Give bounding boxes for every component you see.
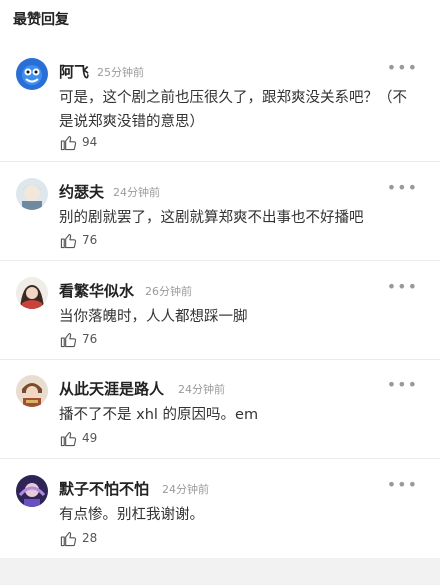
comment-time: 24分钟前 (178, 383, 225, 396)
divider (0, 161, 440, 162)
more-dots-icon[interactable]: ••• (387, 277, 418, 296)
like-button[interactable]: 76 (60, 231, 97, 249)
divider (0, 260, 440, 261)
comment-author[interactable]: 看繁华似水 (59, 280, 134, 301)
divider (0, 359, 440, 360)
more-dots-icon[interactable]: ••• (387, 58, 418, 77)
more-dots-icon[interactable]: ••• (387, 178, 418, 197)
avatar[interactable] (16, 178, 48, 210)
avatar-image-icon (16, 277, 48, 309)
section-title: 最赞回复 (13, 12, 69, 28)
avatar-image-icon (16, 375, 48, 407)
comment-time: 25分钟前 (97, 66, 144, 79)
avatar-image-icon (16, 178, 48, 210)
like-button[interactable]: 49 (60, 429, 97, 447)
comment-text: 别的剧就罢了，这剧就算郑爽不出事也不好播吧 (59, 210, 364, 226)
comment-text: 可是，这个剧之前也压很久了，跟郑爽没关系吧？（不是说郑爽没错的意思） (59, 90, 407, 130)
thumbs-up-icon (60, 531, 77, 546)
thumbs-up-icon (60, 233, 77, 248)
thumbs-up-icon (60, 332, 77, 347)
like-button[interactable]: 28 (60, 529, 97, 547)
more-dots-icon[interactable]: ••• (387, 375, 418, 394)
comment-text: 当你落魄时，人人都想踩一脚 (59, 309, 248, 325)
avatar[interactable] (16, 277, 48, 309)
bottom-bar (0, 558, 440, 585)
like-count: 76 (82, 233, 98, 247)
comment-author[interactable]: 阿飞 (59, 61, 89, 82)
avatar-image-icon (16, 475, 48, 507)
comment-text: 播不了不是 xhl 的原因吗。em (59, 407, 259, 423)
avatar[interactable] (16, 475, 48, 507)
like-count: 94 (82, 135, 98, 149)
like-count: 28 (82, 531, 98, 545)
comment-author[interactable]: 从此天涯是路人 (59, 378, 164, 399)
like-button[interactable]: 76 (60, 330, 97, 348)
thumbs-up-icon (60, 431, 77, 446)
divider (0, 458, 440, 459)
like-button[interactable]: 94 (60, 133, 97, 151)
avatar[interactable] (16, 58, 48, 90)
comment-time: 26分钟前 (145, 285, 192, 298)
comment-time: 24分钟前 (113, 186, 160, 199)
more-dots-icon[interactable]: ••• (387, 475, 418, 494)
like-count: 76 (82, 332, 98, 346)
like-count: 49 (82, 431, 98, 445)
comment-text: 有点惨。别杠我谢谢。 (59, 507, 204, 523)
avatar[interactable] (16, 375, 48, 407)
comment-author[interactable]: 约瑟夫 (59, 181, 104, 202)
comment-time: 24分钟前 (162, 483, 209, 496)
avatar-image-icon (16, 58, 48, 90)
thumbs-up-icon (60, 135, 77, 150)
comment-author[interactable]: 默子不怕不怕 (59, 478, 149, 499)
